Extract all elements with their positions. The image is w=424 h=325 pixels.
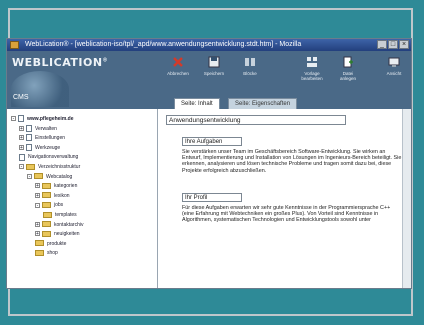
save-icon [208, 56, 220, 68]
view-button[interactable]: Ansicht [378, 56, 410, 76]
tree-expander[interactable]: - [35, 202, 40, 208]
tab-page-content[interactable]: Seite: Inhalt [174, 98, 220, 109]
page-icon [18, 115, 24, 123]
section-text-tasks[interactable]: Sie verstärken unser Team im Geschäftsbe… [182, 149, 402, 174]
tree-node-label: neuigkeiten [54, 231, 80, 238]
brand-banner: WEBLICATION® CMS [7, 51, 158, 109]
globe-graphic [11, 71, 69, 107]
tree-node-label: Navigationsverwaltung [28, 154, 79, 161]
window-controls: _ □ × [377, 40, 409, 49]
vertical-scrollbar[interactable] [402, 109, 411, 288]
tree-node[interactable]: - www.pflegeheim.de [11, 115, 74, 123]
folder-icon [26, 163, 35, 170]
tree-node-label: jobs [54, 202, 64, 209]
tree-node-label: Einstellungen [35, 135, 66, 142]
tree-expander[interactable]: + [19, 144, 24, 150]
title-bar[interactable]: WebLication® - [weblication-iso/tpl/_apd… [7, 39, 411, 51]
folder-icon [35, 240, 44, 247]
tree-node-label: produkte [47, 240, 67, 247]
close-button[interactable]: × [399, 40, 409, 49]
tree-expander[interactable]: - [27, 173, 32, 179]
tree-node[interactable]: - Webcatalog [27, 173, 72, 181]
edit-template-button[interactable]: Vorlage bearbeiten [296, 56, 328, 81]
tree-node-label: www.pflegeheim.de [27, 116, 74, 122]
folder-icon [42, 192, 51, 199]
new-file-icon [343, 56, 353, 68]
tree-node[interactable]: - jobs [35, 201, 63, 209]
tree-node-label: Webcatalog [46, 173, 73, 180]
blocks-button[interactable]: Blöcke [234, 56, 266, 76]
maximize-button[interactable]: □ [388, 40, 398, 49]
section-text-profile[interactable]: Für diese Aufgaben erwarten wir sehr gut… [182, 205, 402, 224]
tab-page-properties[interactable]: Seite: Eigenschaften [228, 98, 298, 109]
tree-node[interactable]: templates [43, 211, 77, 219]
editor-content: Anwendungsentwicklung Ihre Aufgaben Sie … [158, 109, 411, 288]
cancel-icon [173, 57, 183, 67]
tree-expander[interactable]: + [35, 183, 40, 189]
blocks-icon [245, 58, 255, 66]
tree-node-label: Verzeichnisstruktur [38, 164, 81, 170]
tree-node[interactable]: + kontaktarchiv [35, 221, 83, 229]
tree-node[interactable]: + Einstellungen [19, 134, 65, 142]
tree-node[interactable]: - Verzeichnisstruktur [19, 163, 80, 171]
tree-expander[interactable]: + [19, 135, 24, 141]
tree-node[interactable]: + lexikon [35, 192, 70, 200]
tree-node-label: kontaktarchiv [54, 221, 84, 228]
tree-expander[interactable]: - [19, 164, 24, 170]
section-title-profile[interactable]: Ihr Profil [182, 193, 242, 202]
folder-icon [42, 221, 51, 228]
folder-icon [43, 211, 52, 218]
tree-node-label: lexikon [54, 192, 70, 199]
tab-bar: Seite: Inhalt Seite: Eigenschaften [158, 96, 411, 109]
tree-expander[interactable]: + [35, 231, 40, 237]
tree-node-label: templates [55, 212, 77, 218]
tree-expander[interactable]: + [35, 221, 40, 227]
tree-expander[interactable]: + [19, 125, 24, 131]
sidebar-tree-panel: - www.pflegeheim.de + Verwalten + Einstellung… [7, 109, 158, 288]
page-title-field[interactable]: Anwendungsentwicklung [166, 115, 346, 125]
tree-expander[interactable]: - [11, 116, 16, 122]
tree-node[interactable]: + Werkzeuge [19, 143, 61, 152]
cancel-button[interactable]: Abbrechen [162, 56, 194, 76]
folder-icon [42, 182, 51, 189]
page-icon [26, 143, 32, 151]
tree-node[interactable]: shop [35, 249, 58, 257]
section-title-tasks[interactable]: Ihre Aufgaben [182, 137, 242, 146]
template-icon [307, 57, 317, 67]
application-window: WebLication® - [weblication-iso/tpl/_apd… [6, 38, 412, 289]
minimize-button[interactable]: _ [377, 40, 387, 49]
folder-icon [34, 173, 43, 180]
page-icon [26, 124, 32, 132]
folder-icon [42, 230, 51, 237]
folder-icon [42, 202, 51, 209]
brand-subtitle: CMS [13, 94, 29, 101]
tree-node[interactable]: + Verwalten [19, 124, 57, 133]
new-file-button[interactable]: Datei anlegen [332, 56, 364, 81]
tree-node-label: Werkzeuge [35, 144, 61, 151]
save-button[interactable]: Speichern [198, 56, 230, 76]
view-icon [388, 57, 400, 67]
tree-node[interactable]: + neuigkeiten [35, 230, 80, 238]
tree-expander[interactable]: + [35, 192, 40, 198]
window-title: WebLication® - [weblication-iso/tpl/_apd… [25, 41, 302, 48]
brand-logo: WEBLICATION® [12, 56, 109, 69]
tree-node-label: Verwalten [35, 125, 57, 132]
page-icon [19, 153, 25, 161]
tree-node[interactable]: produkte [35, 240, 66, 248]
app-icon [10, 41, 19, 49]
page-icon [26, 134, 32, 142]
tree-node[interactable]: + kategorien [35, 182, 77, 190]
tree-node-label: shop [47, 250, 58, 257]
folder-icon [35, 250, 44, 257]
tree-node-label: kategorien [54, 183, 78, 190]
toolbar: Abbrechen Speichern Blöcke Vorlage bearb… [158, 51, 411, 96]
tree-node[interactable]: Navigationsverwaltung [19, 153, 78, 161]
